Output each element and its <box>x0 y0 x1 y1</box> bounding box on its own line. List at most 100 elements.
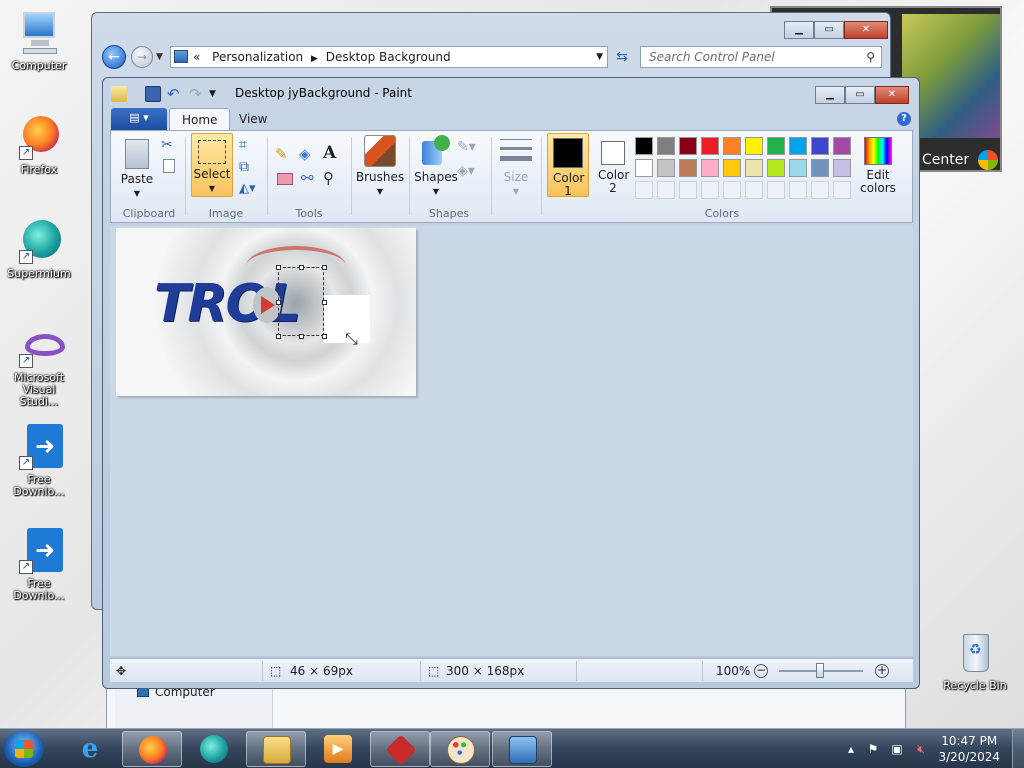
save-icon[interactable] <box>145 86 161 102</box>
cut-icon[interactable]: ✂ <box>161 137 179 155</box>
palette-color-0[interactable] <box>635 159 653 177</box>
desktop-icon-free-download-1[interactable]: ➜ ↗ Free Downlo... <box>4 424 74 498</box>
eraser-icon[interactable] <box>277 173 293 185</box>
palette-color-4[interactable] <box>723 159 741 177</box>
palette-color-9[interactable] <box>833 137 851 155</box>
palette-color-2[interactable] <box>679 159 697 177</box>
taskbar-app-red[interactable] <box>370 731 430 767</box>
desktop-icon-computer[interactable]: Computer <box>4 10 74 72</box>
rotate-icon[interactable]: ◭▾ <box>239 181 263 199</box>
brushes-button[interactable]: Brushes ▼ <box>355 135 405 198</box>
drawing-canvas[interactable]: TROL ⤡ <box>116 228 416 396</box>
color-picker-icon[interactable]: ⚯ <box>301 169 319 187</box>
selection-handle[interactable] <box>322 265 327 270</box>
palette-color-6[interactable] <box>767 137 785 155</box>
selection-handle[interactable] <box>276 334 281 339</box>
breadcrumb-desktop-background[interactable]: Desktop Background <box>326 50 451 64</box>
network-icon[interactable]: ▣ <box>890 742 904 756</box>
palette-color-4[interactable] <box>723 137 741 155</box>
crop-icon[interactable]: ⌗ <box>239 137 257 155</box>
address-dropdown-icon[interactable]: ▼ <box>596 47 603 67</box>
address-bar[interactable]: « Personalization ▶ Desktop Background ▼ <box>170 46 608 68</box>
forward-button[interactable]: → <box>131 46 153 68</box>
maximize-button[interactable]: ▭ <box>845 86 875 104</box>
tab-view[interactable]: View <box>227 108 279 132</box>
customize-quick-access-icon[interactable]: ▼ <box>209 86 225 102</box>
desktop-icon-recycle-bin[interactable]: ♻ Recycle Bin <box>938 630 1012 692</box>
shapes-button[interactable]: Shapes ▼ <box>413 135 459 198</box>
close-button[interactable]: ✕ <box>844 21 888 39</box>
tab-home[interactable]: Home <box>169 108 231 132</box>
fill-icon[interactable]: ◈ <box>299 145 317 163</box>
search-control-panel-input[interactable]: Search Control Panel ⚲ <box>640 46 882 68</box>
taskbar-media-player[interactable]: ▶ <box>308 731 368 767</box>
selection-handle[interactable] <box>299 265 304 270</box>
palette-custom-slot[interactable] <box>679 181 697 199</box>
redo-icon[interactable]: ↷ <box>189 86 205 102</box>
palette-custom-slot[interactable] <box>635 181 653 199</box>
palette-custom-slot[interactable] <box>723 181 741 199</box>
desktop-icon-supermium[interactable]: ↗ Supermium <box>4 218 74 280</box>
magnifier-icon[interactable]: ⚲ <box>323 169 341 187</box>
palette-color-5[interactable] <box>745 159 763 177</box>
desktop-icon-free-download-2[interactable]: ➜ ↗ Free Downlo... <box>4 528 74 602</box>
taskbar-windows-explorer[interactable] <box>246 731 306 767</box>
select-button[interactable]: Select ▼ <box>191 133 233 197</box>
color1-button[interactable]: Color 1 <box>547 133 589 198</box>
pencil-icon[interactable]: ✎ <box>275 145 293 163</box>
minimize-button[interactable]: ▁ <box>784 21 814 39</box>
back-button[interactable]: ← <box>102 45 126 69</box>
palette-custom-slot[interactable] <box>789 181 807 199</box>
zoom-slider-thumb[interactable] <box>816 663 824 678</box>
paste-button[interactable]: Paste ▼ <box>117 135 157 200</box>
selection-handle[interactable] <box>322 300 327 305</box>
start-button[interactable] <box>4 731 44 767</box>
canvas-area[interactable]: TROL ⤡ <box>110 226 913 656</box>
show-hidden-icons-button[interactable]: ▴ <box>844 742 858 756</box>
help-icon[interactable]: ? <box>897 112 911 126</box>
taskbar-supermium[interactable] <box>184 731 244 767</box>
breadcrumb-personalization[interactable]: Personalization <box>212 50 303 64</box>
palette-color-9[interactable] <box>833 159 851 177</box>
desktop-icon-visual-studio[interactable]: ↗ Microsoft Visual Studi... <box>4 330 74 408</box>
palette-custom-slot[interactable] <box>767 181 785 199</box>
taskbar-clock[interactable]: 10:47 PM 3/20/2024 <box>938 733 1000 765</box>
palette-custom-slot[interactable] <box>811 181 829 199</box>
palette-color-0[interactable] <box>635 137 653 155</box>
palette-color-8[interactable] <box>811 137 829 155</box>
paint-window[interactable]: ↶ ↷ ▼ Desktop jyBackground - Paint ▁ ▭ ✕… <box>102 77 920 689</box>
breadcrumb-prefix[interactable]: « <box>193 50 200 64</box>
palette-custom-slot[interactable] <box>833 181 851 199</box>
palette-color-8[interactable] <box>811 159 829 177</box>
palette-color-6[interactable] <box>767 159 785 177</box>
undo-icon[interactable]: ↶ <box>167 86 183 102</box>
palette-color-7[interactable] <box>789 137 807 155</box>
taskbar-internet-explorer[interactable]: e <box>60 731 120 767</box>
close-button[interactable]: ✕ <box>875 86 909 104</box>
palette-color-3[interactable] <box>701 137 719 155</box>
selection-handle[interactable] <box>276 300 281 305</box>
edit-colors-button[interactable]: Edit colors <box>857 137 899 195</box>
palette-color-2[interactable] <box>679 137 697 155</box>
taskbar-firefox[interactable] <box>122 731 182 767</box>
minimize-button[interactable]: ▁ <box>815 86 845 104</box>
palette-color-5[interactable] <box>745 137 763 155</box>
action-center-flag-icon[interactable]: ⚑ <box>866 742 880 756</box>
palette-color-7[interactable] <box>789 159 807 177</box>
file-menu-button[interactable]: ▤ ▾ <box>111 108 167 130</box>
text-icon[interactable]: A <box>323 143 341 163</box>
selection-box[interactable] <box>276 265 327 339</box>
taskbar-control-panel[interactable] <box>492 731 552 767</box>
maximize-button[interactable]: ▭ <box>814 21 844 39</box>
desktop-icon-firefox[interactable]: ↗ Firefox <box>4 114 74 176</box>
palette-custom-slot[interactable] <box>745 181 763 199</box>
selection-handle[interactable] <box>276 265 281 270</box>
resize-icon[interactable]: ⧉ <box>239 159 257 177</box>
copy-icon[interactable] <box>163 159 175 173</box>
volume-muted-icon[interactable]: 🔇︎ <box>914 742 928 756</box>
show-desktop-button[interactable] <box>1012 729 1024 768</box>
taskbar-paint[interactable] <box>430 731 490 767</box>
selection-handle[interactable] <box>299 334 304 339</box>
color2-button[interactable]: Color 2 <box>593 137 633 195</box>
size-button[interactable]: Size ▼ <box>497 135 535 198</box>
